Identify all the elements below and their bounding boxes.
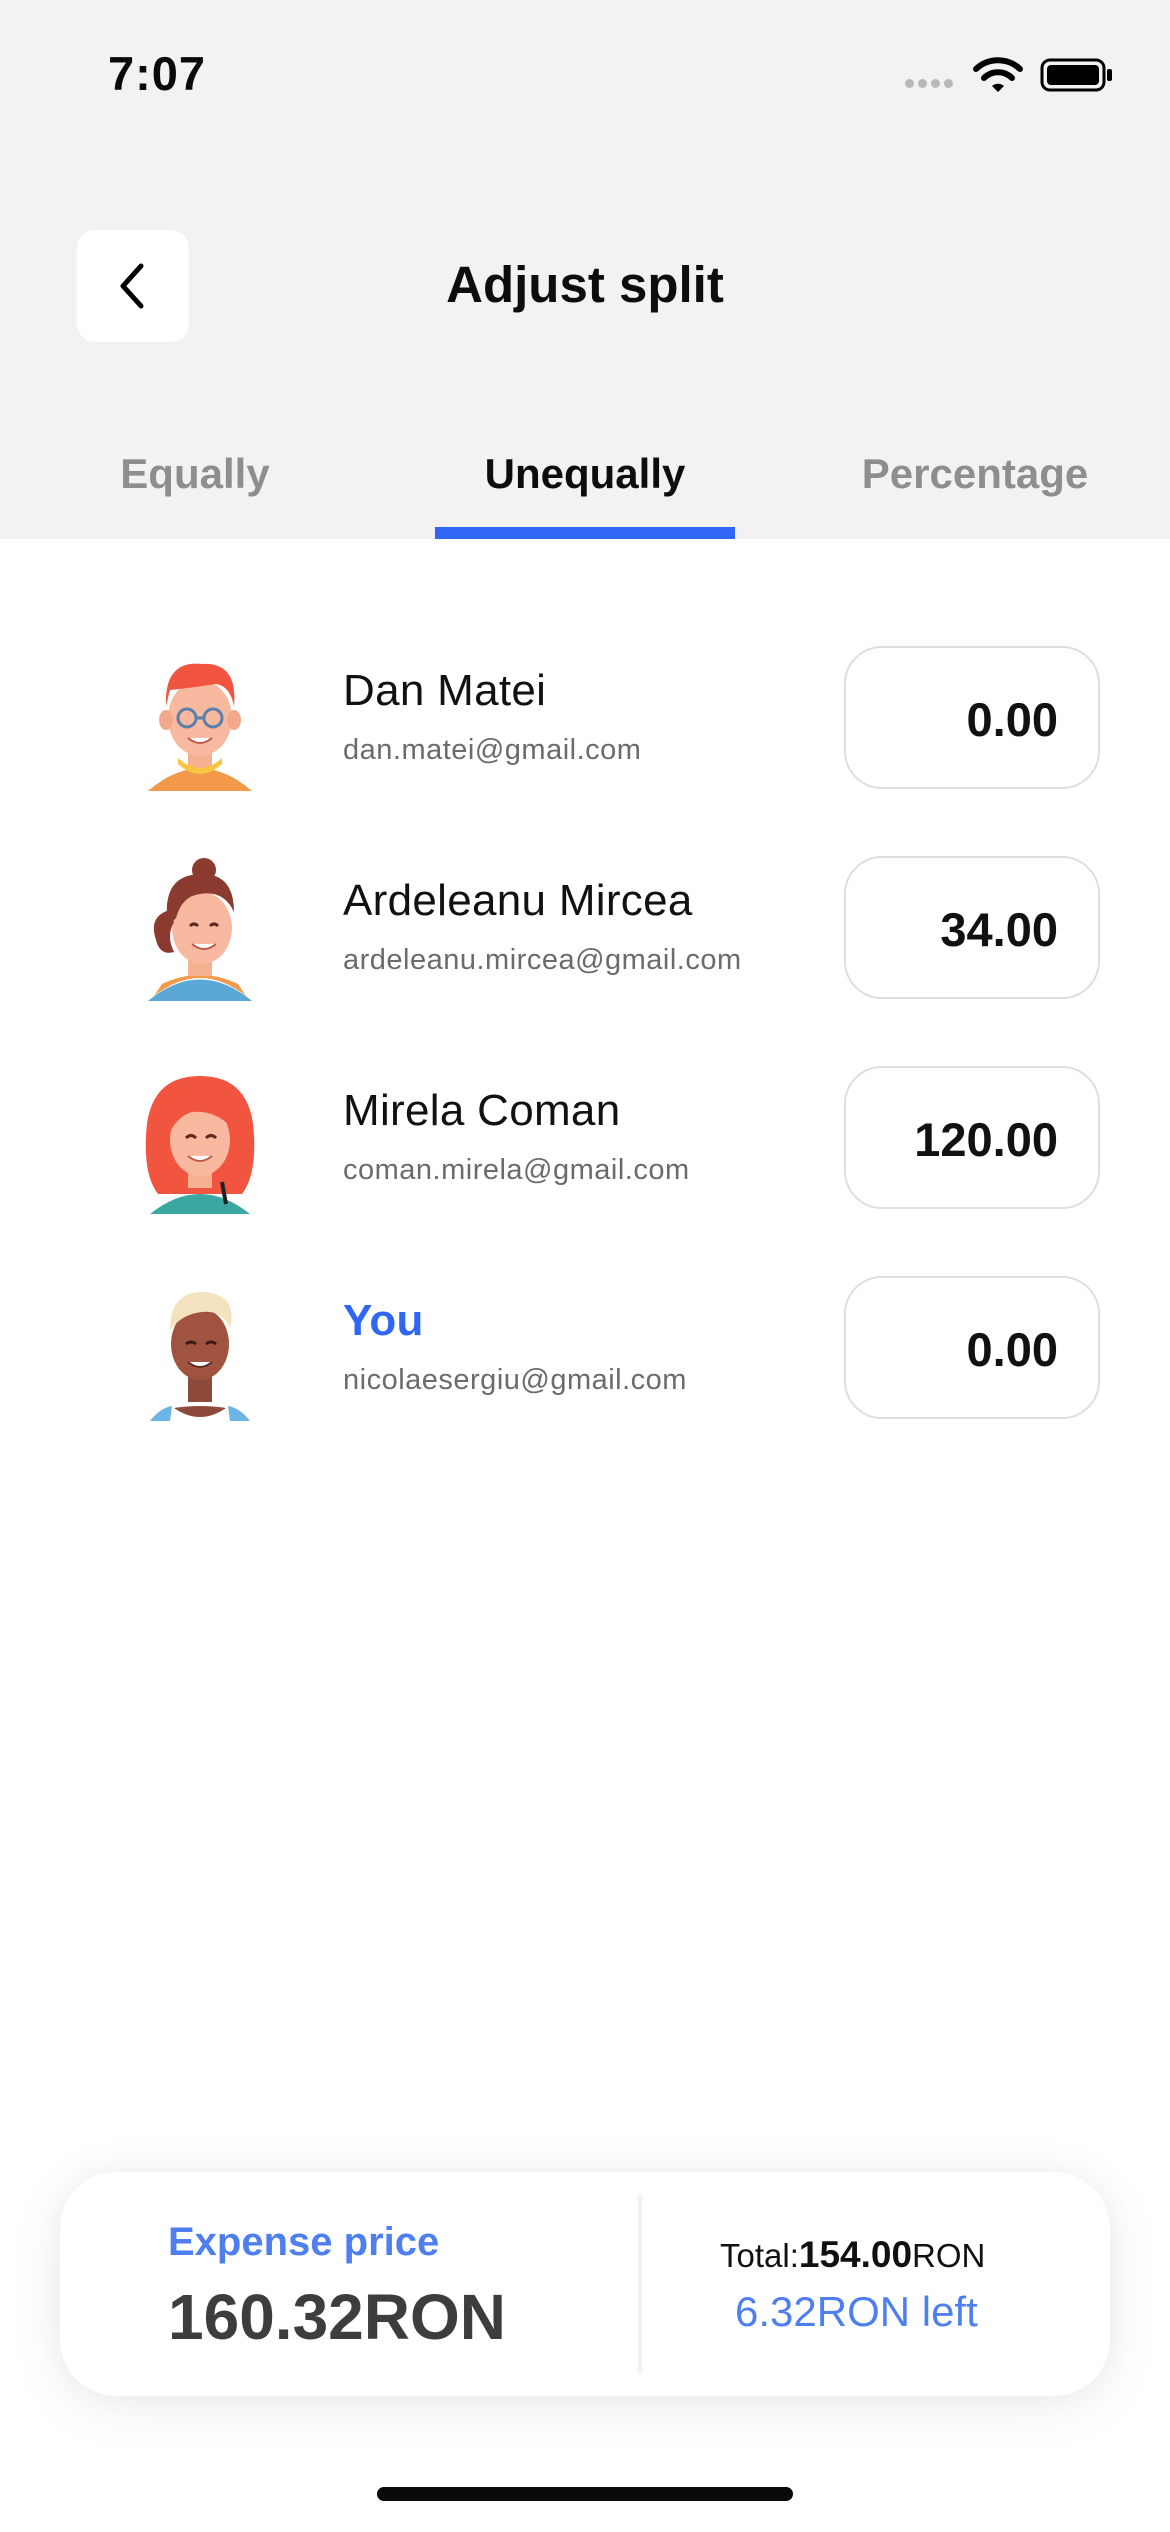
avatar	[145, 1076, 255, 1214]
amount-value: 0.00	[966, 693, 1058, 746]
person-email: dan.matei@gmail.com	[343, 734, 642, 766]
amount-value: 0.00	[966, 1323, 1058, 1376]
person-name: Ardeleanu Mircea	[343, 876, 693, 925]
divider	[638, 2194, 642, 2374]
person-email: ardeleanu.mircea@gmail.com	[343, 944, 742, 976]
amount-input[interactable]: 0.00	[844, 1276, 1100, 1419]
page-title: Adjust split	[446, 256, 724, 313]
list-item: Ardeleanu Mircea ardeleanu.mircea@gmail.…	[0, 856, 1170, 1026]
expense-price-label: Expense price	[168, 2220, 440, 2264]
avatar	[148, 858, 252, 1001]
tab-equally[interactable]: Equally	[60, 450, 330, 498]
amount-input[interactable]: 0.00	[844, 646, 1100, 789]
person-email: coman.mirela@gmail.com	[343, 1154, 690, 1186]
expense-price-value: 160.32RON	[168, 2281, 506, 2353]
summary-card: Expense price 160.32RON Total:154.00RON …	[60, 2172, 1110, 2396]
amount-value: 34.00	[940, 903, 1058, 956]
battery-icon	[1040, 58, 1112, 92]
avatar	[150, 1291, 250, 1421]
tab-percentage[interactable]: Percentage	[830, 450, 1120, 498]
list-item: Mirela Coman coman.mirela@gmail.com 120.…	[0, 1066, 1170, 1236]
total-line: Total:154.00RON	[720, 2234, 985, 2276]
status-time: 7:07	[108, 47, 207, 100]
remaining-amount: 6.32RON left	[735, 2288, 978, 2335]
amount-input[interactable]: 34.00	[844, 856, 1100, 999]
person-name: Dan Matei	[343, 666, 547, 715]
cellular-signal-icon	[905, 79, 957, 89]
person-name: Mirela Coman	[343, 1086, 621, 1135]
tab-unequally[interactable]: Unequally	[435, 450, 735, 498]
amount-input[interactable]: 120.00	[844, 1066, 1100, 1209]
person-name-you: You	[343, 1296, 424, 1345]
wifi-icon	[973, 57, 1023, 92]
home-indicator	[377, 2487, 793, 2501]
total-value: 154.00	[798, 2234, 913, 2275]
list-item: You nicolaesergiu@gmail.com 0.00	[0, 1276, 1170, 1446]
amount-value: 120.00	[914, 1113, 1058, 1166]
total-suffix: RON	[912, 2237, 986, 2274]
active-tab-indicator	[435, 527, 735, 539]
list-item: Dan Matei dan.matei@gmail.com 0.00	[0, 646, 1170, 816]
avatar	[148, 663, 252, 791]
person-email: nicolaesergiu@gmail.com	[343, 1364, 687, 1396]
total-prefix: Total:	[720, 2237, 799, 2274]
